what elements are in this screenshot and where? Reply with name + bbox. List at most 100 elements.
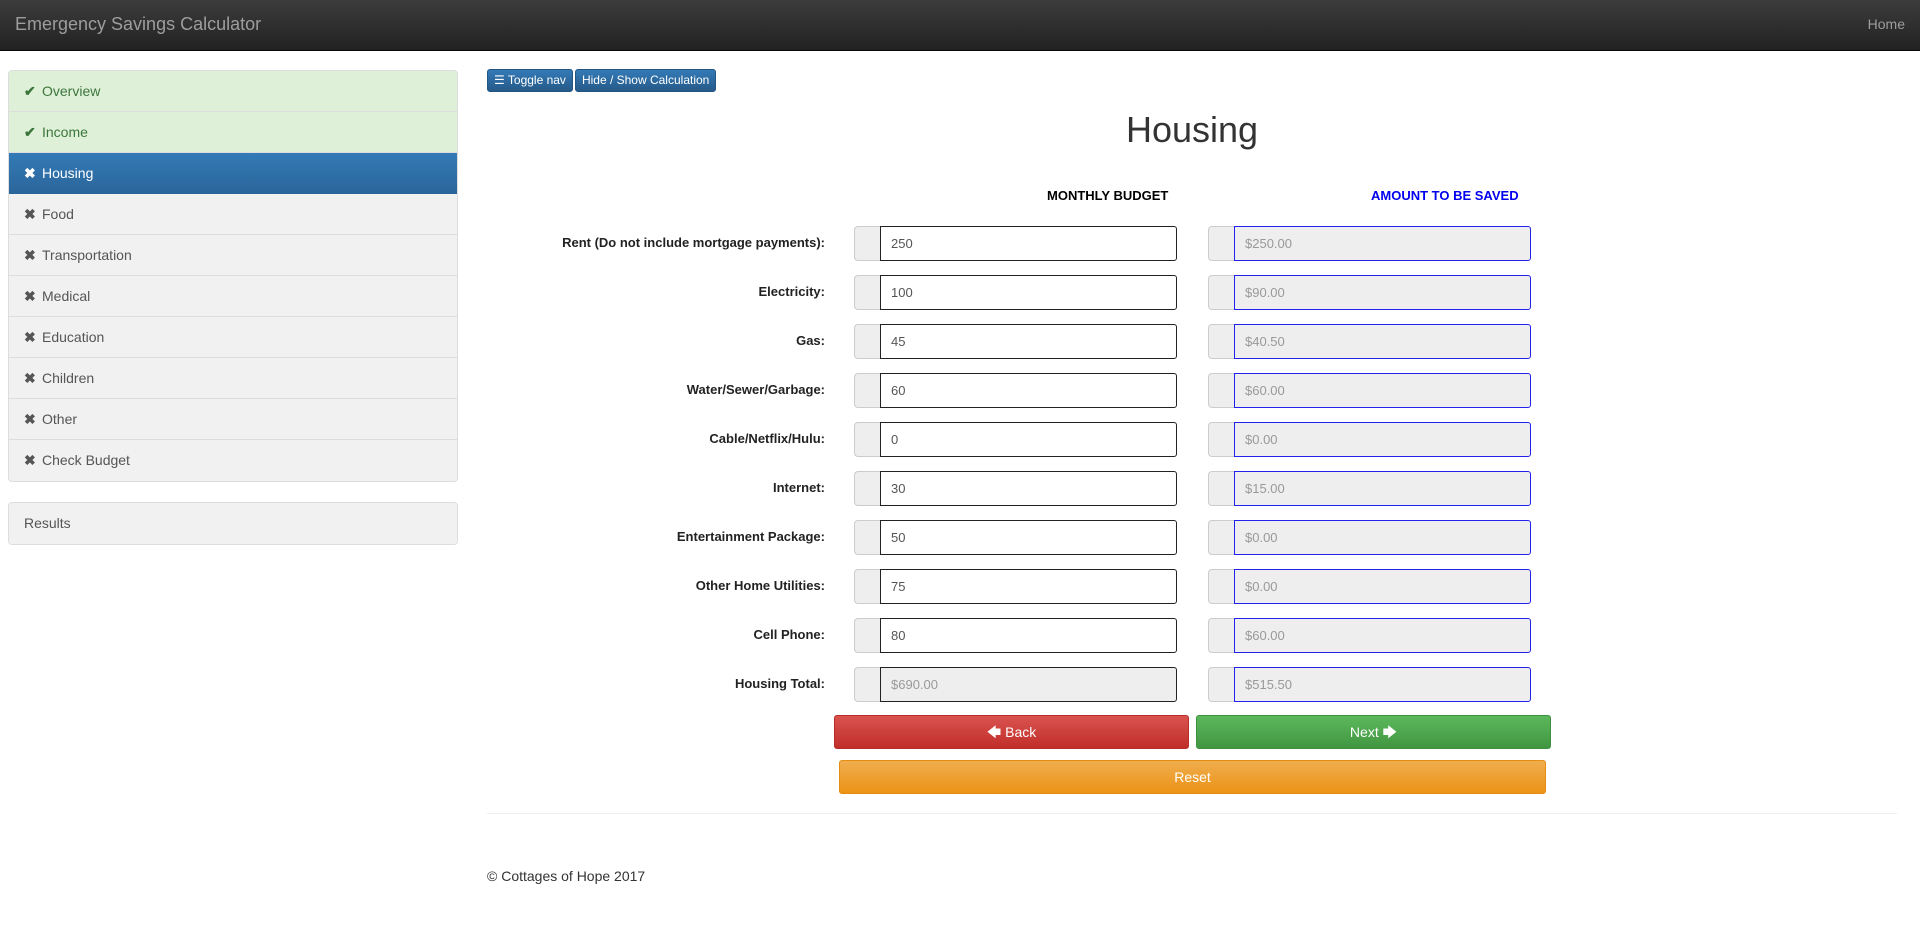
form-row-entertainment: Entertainment Package: (487, 520, 1897, 556)
input-addon (854, 569, 880, 604)
sidebar-item-label: Medical (42, 288, 91, 304)
other-utilities-saved-field (1234, 569, 1531, 604)
sidebar-item-label: Children (42, 370, 95, 386)
saved-input-group (1208, 373, 1531, 408)
sidebar-item-children[interactable]: ✖ Children (9, 358, 457, 399)
x-icon: ✖ (24, 206, 36, 222)
input-addon (854, 324, 880, 359)
cable-monthly-input[interactable] (880, 422, 1177, 457)
hide-show-calculation-button[interactable]: Hide / Show Calculation (574, 69, 717, 92)
monthly-total-group (854, 667, 1177, 702)
x-icon: ✖ (24, 370, 36, 386)
input-addon (1208, 373, 1234, 408)
form-row-cell-phone: Cell Phone: (487, 618, 1897, 654)
home-link[interactable]: Home (1868, 16, 1905, 32)
housing-total-monthly-field (880, 667, 1177, 702)
input-addon (1208, 569, 1234, 604)
next-button[interactable]: Next 🡆 (1196, 715, 1551, 749)
x-icon: ✖ (24, 247, 36, 263)
saved-total-group (1208, 667, 1531, 702)
saved-input-group (1208, 275, 1531, 310)
next-label: Next (1349, 724, 1379, 740)
internet-monthly-input[interactable] (880, 471, 1177, 506)
rent-monthly-input[interactable] (880, 226, 1177, 261)
sidebar-item-results[interactable]: Results (9, 503, 457, 544)
sidebar-item-label: Housing (42, 165, 94, 181)
form-row-cable: Cable/Netflix/Hulu: (487, 422, 1897, 458)
reset-button[interactable]: Reset (839, 760, 1546, 794)
input-addon (1208, 275, 1234, 310)
input-addon (1208, 324, 1234, 359)
sidebar-item-other[interactable]: ✖ Other (9, 399, 457, 440)
input-addon (1208, 618, 1234, 653)
monthly-input-group (854, 226, 1177, 261)
sidebar-item-label: Overview (42, 83, 101, 99)
monthly-input-group (854, 324, 1177, 359)
row-label: Gas: (796, 333, 825, 348)
back-button[interactable]: 🡄 Back (834, 715, 1189, 749)
entertainment-monthly-input[interactable] (880, 520, 1177, 555)
cell-phone-monthly-input[interactable] (880, 618, 1177, 653)
rent-saved-field (1234, 226, 1531, 261)
sidebar-item-income[interactable]: ✔ Income (9, 112, 457, 153)
input-addon (854, 226, 880, 261)
check-icon: ✔ (24, 124, 36, 140)
toggle-nav-label: Toggle nav (507, 73, 566, 87)
form-row-electricity: Electricity: (487, 275, 1897, 311)
results-group: Results (8, 502, 458, 545)
water-monthly-input[interactable] (880, 373, 1177, 408)
water-saved-field (1234, 373, 1531, 408)
row-label: Rent (Do not include mortgage payments): (562, 235, 825, 250)
x-icon: ✖ (24, 165, 36, 181)
saved-input-group (1208, 226, 1531, 261)
sidebar-item-label: Education (42, 329, 105, 345)
row-label: Water/Sewer/Garbage: (686, 382, 825, 397)
brand-title[interactable]: Emergency Savings Calculator (15, 14, 261, 35)
toggle-nav-button[interactable]: ☰ Toggle nav (487, 69, 573, 92)
arrow-right-icon: 🡆 (1382, 724, 1398, 740)
sidebar: ✔ Overview ✔ Income ✖ Housing ✖ Food ✖ Transp… (8, 70, 458, 545)
gas-monthly-input[interactable] (880, 324, 1177, 359)
arrow-left-icon: 🡄 (986, 724, 1002, 740)
input-addon (1208, 422, 1234, 457)
sidebar-item-medical[interactable]: ✖ Medical (9, 276, 457, 317)
sidebar-item-education[interactable]: ✖ Education (9, 317, 457, 358)
sidebar-item-label: Check Budget (42, 452, 130, 468)
form-row-internet: Internet: (487, 471, 1897, 507)
amount-saved-header: AMOUNT TO BE SAVED (1371, 188, 1519, 203)
sidebar-item-transportation[interactable]: ✖ Transportation (9, 235, 457, 276)
sidebar-item-food[interactable]: ✖ Food (9, 194, 457, 235)
footer-copyright: © Cottages of Hope 2017 (487, 868, 646, 884)
toolbar: ☰ Toggle nav Hide / Show Calculation (487, 69, 718, 92)
electricity-monthly-input[interactable] (880, 275, 1177, 310)
sidebar-item-check-budget[interactable]: ✖ Check Budget (9, 440, 457, 481)
monthly-input-group (854, 520, 1177, 555)
saved-input-group (1208, 471, 1531, 506)
gas-saved-field (1234, 324, 1531, 359)
other-utilities-monthly-input[interactable] (880, 569, 1177, 604)
saved-input-group (1208, 422, 1531, 457)
x-icon: ✖ (24, 452, 36, 468)
sidebar-item-label: Income (42, 124, 88, 140)
cable-saved-field (1234, 422, 1531, 457)
saved-input-group (1208, 569, 1531, 604)
input-addon (854, 471, 880, 506)
x-icon: ✖ (24, 411, 36, 427)
sidebar-item-label: Other (42, 411, 78, 427)
input-addon (854, 520, 880, 555)
sidebar-item-housing[interactable]: ✖ Housing (9, 153, 457, 194)
input-addon (854, 667, 880, 702)
form-row-housing-total: Housing Total: (487, 667, 1897, 703)
sidebar-item-overview[interactable]: ✔ Overview (9, 71, 457, 112)
saved-input-group (1208, 324, 1531, 359)
monthly-input-group (854, 569, 1177, 604)
row-label: Housing Total: (734, 676, 825, 691)
electricity-saved-field (1234, 275, 1531, 310)
input-addon (1208, 520, 1234, 555)
x-icon: ✖ (24, 288, 36, 304)
internet-saved-field (1234, 471, 1531, 506)
form-row-water: Water/Sewer/Garbage: (487, 373, 1897, 409)
row-label: Electricity: (758, 284, 825, 299)
form-row-other-utilities: Other Home Utilities: (487, 569, 1897, 605)
input-addon (854, 275, 880, 310)
